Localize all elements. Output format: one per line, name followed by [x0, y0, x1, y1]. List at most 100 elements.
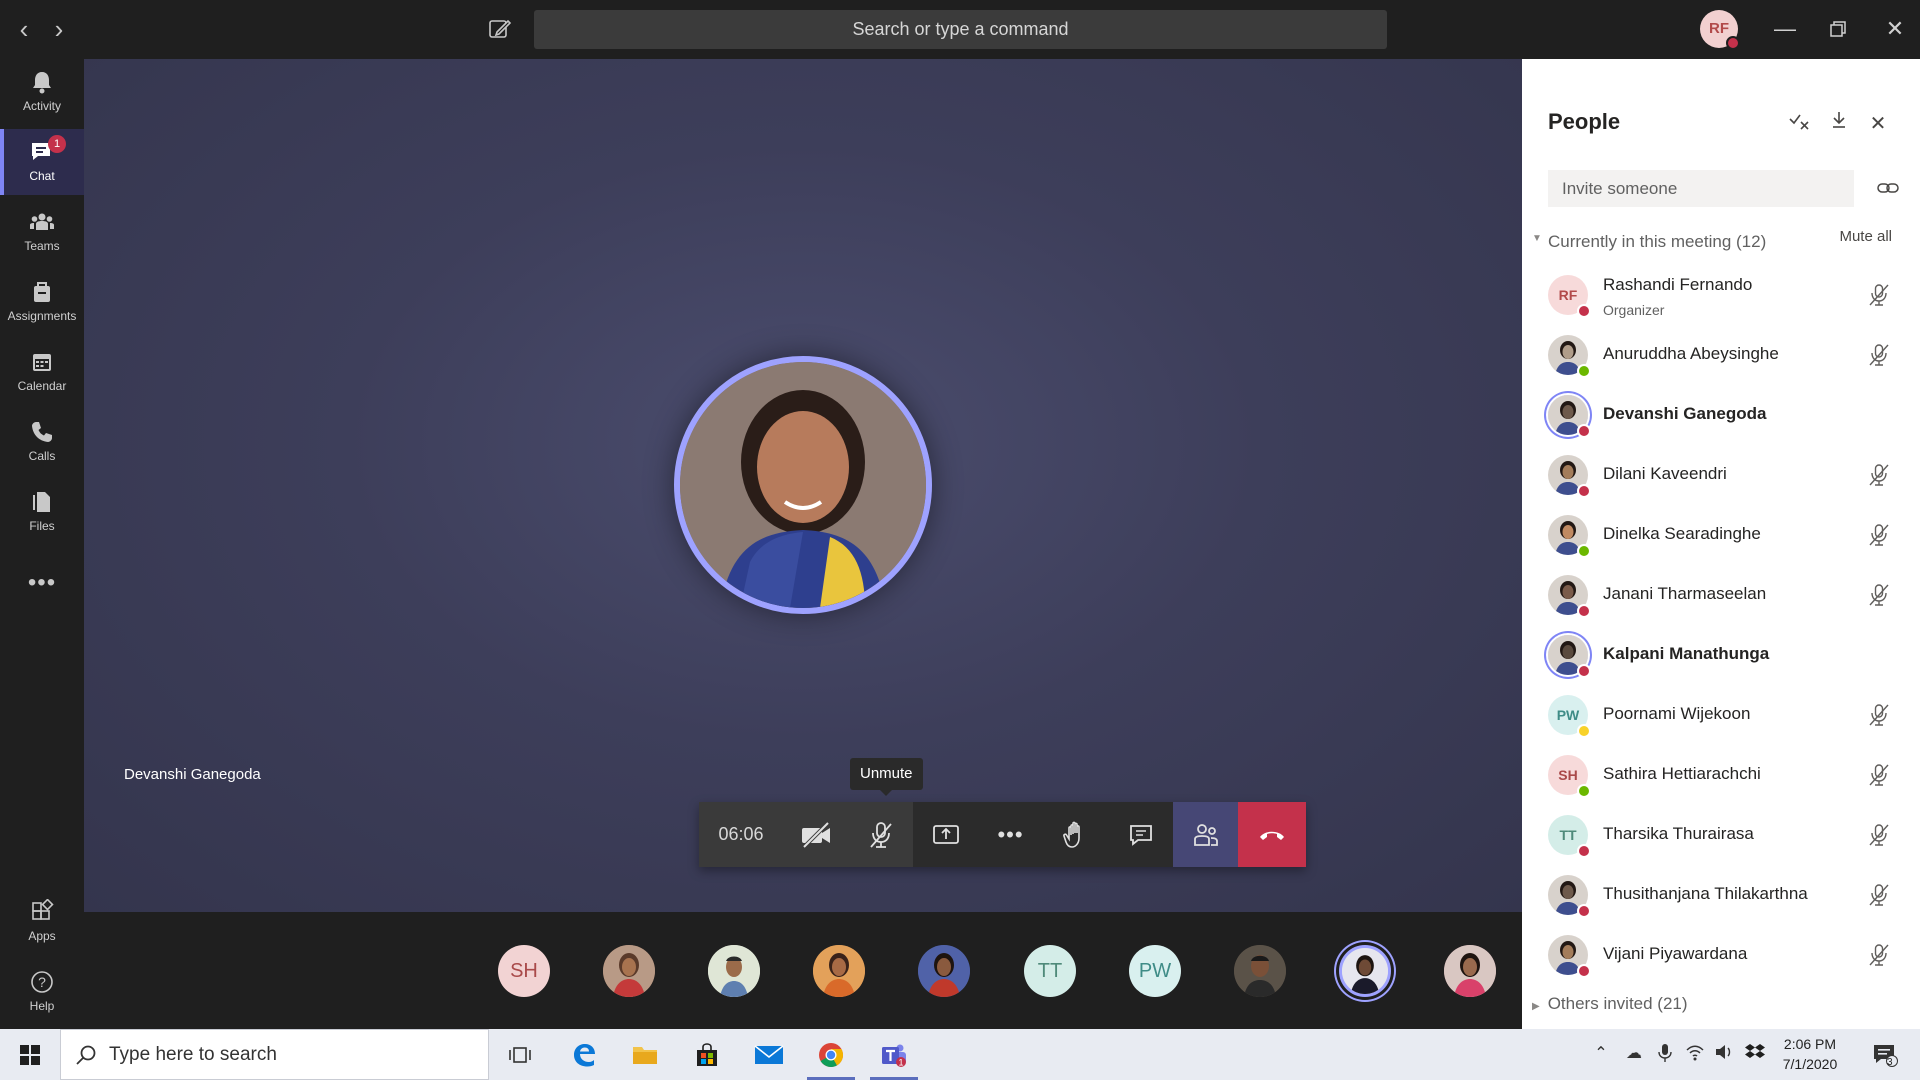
- rail-item-activity[interactable]: Activity: [0, 59, 84, 125]
- mic-muted-icon[interactable]: [1866, 342, 1892, 368]
- camera-off-button[interactable]: [783, 802, 848, 867]
- rail-label-activity: Activity: [22, 99, 61, 113]
- participant-row[interactable]: Vijani Piyawardana: [1522, 925, 1920, 985]
- participant-role: Organizer: [1603, 302, 1665, 318]
- rail-item-apps[interactable]: Apps: [0, 889, 84, 955]
- participant-row[interactable]: RF Rashandi Fernando Organizer: [1522, 265, 1920, 325]
- participant-row[interactable]: TT Tharsika Thurairasa: [1522, 805, 1920, 865]
- participant-row[interactable]: SH Sathira Hettiarachchi: [1522, 745, 1920, 805]
- rail-item-calendar[interactable]: Calendar: [0, 339, 84, 405]
- minimize-icon[interactable]: —: [1765, 10, 1805, 48]
- mic-muted-icon[interactable]: [1866, 282, 1892, 308]
- participant-row[interactable]: PW Poornami Wijekoon: [1522, 685, 1920, 745]
- camera-off-icon: [801, 821, 830, 848]
- participant-row[interactable]: Janani Tharmaseelan: [1522, 565, 1920, 625]
- mic-muted-icon[interactable]: [1866, 762, 1892, 788]
- share-icon: [932, 824, 959, 844]
- rail-label-apps: Apps: [28, 929, 56, 943]
- restore-icon[interactable]: [1818, 10, 1858, 48]
- presence-status-icon: [1577, 364, 1591, 378]
- teams-icon: [30, 213, 54, 230]
- thumb-anuruddha[interactable]: [708, 945, 760, 997]
- search-icon: [76, 1045, 96, 1065]
- mute-all-button[interactable]: Mute all: [1839, 228, 1892, 245]
- taskbar-clock[interactable]: 2:06 PM 7/1/2020: [1770, 1034, 1850, 1074]
- manage-permissions-icon[interactable]: [1784, 109, 1814, 139]
- close-panel-icon[interactable]: ✕: [1863, 109, 1893, 139]
- participant-avatar: [1548, 635, 1591, 678]
- compose-icon[interactable]: [484, 14, 514, 44]
- download-attendance-icon[interactable]: [1824, 109, 1854, 139]
- edge-browser-button[interactable]: [556, 1029, 612, 1080]
- task-view-button[interactable]: [492, 1029, 548, 1080]
- command-search-bar[interactable]: Search or type a command: [534, 10, 1387, 49]
- show-conversation-button[interactable]: [1108, 802, 1173, 867]
- chrome-button[interactable]: [803, 1029, 859, 1080]
- thumb-kalpani[interactable]: [1339, 945, 1391, 997]
- participant-row[interactable]: Devanshi Ganegoda: [1522, 385, 1920, 445]
- windows-start-button[interactable]: [0, 1029, 60, 1080]
- mic-muted-icon[interactable]: [1866, 822, 1892, 848]
- participant-initials: SH: [1558, 767, 1578, 783]
- more-apps-button[interactable]: •••: [0, 559, 84, 625]
- volume-icon[interactable]: [1713, 1043, 1735, 1065]
- hang-up-button[interactable]: [1238, 802, 1306, 867]
- back-arrow-icon[interactable]: ‹: [10, 14, 38, 44]
- participant-name: Rashandi Fernando: [1603, 275, 1753, 294]
- participant-name: Devanshi Ganegoda: [1603, 404, 1767, 423]
- forward-arrow-icon[interactable]: ›: [45, 14, 73, 44]
- participant-row[interactable]: Dinelka Searadinghe: [1522, 505, 1920, 565]
- thumb-sathira[interactable]: SH: [498, 945, 550, 997]
- more-actions-button[interactable]: •••: [978, 802, 1043, 867]
- thumb-thusithanjana[interactable]: [1234, 945, 1286, 997]
- thumb-janani[interactable]: [1444, 945, 1496, 997]
- mic-muted-icon[interactable]: [1866, 462, 1892, 488]
- wifi-icon[interactable]: [1684, 1043, 1706, 1065]
- copy-join-link-icon[interactable]: [1872, 172, 1904, 204]
- raise-hand-button[interactable]: [1043, 802, 1108, 867]
- svg-text:1: 1: [898, 1057, 903, 1067]
- show-hidden-icons-icon[interactable]: ⌃: [1590, 1043, 1612, 1065]
- mail-button[interactable]: [741, 1029, 797, 1080]
- others-invited-header[interactable]: ▶ Others invited (21): [1532, 994, 1688, 1014]
- share-screen-button[interactable]: [913, 802, 978, 867]
- user-avatar[interactable]: RF: [1700, 10, 1740, 50]
- presence-status-icon: [1577, 904, 1591, 918]
- close-window-icon[interactable]: ✕: [1875, 10, 1915, 48]
- rail-item-files[interactable]: Files: [0, 479, 84, 545]
- notifications-button[interactable]: 3: [1868, 1043, 1902, 1068]
- thumb-dilani[interactable]: [603, 945, 655, 997]
- mic-muted-icon[interactable]: [1866, 702, 1892, 728]
- rail-item-assignments[interactable]: Assignments: [0, 269, 84, 335]
- thumb-dinelka[interactable]: [813, 945, 865, 997]
- dropbox-icon[interactable]: [1744, 1043, 1766, 1065]
- participant-row[interactable]: Anuruddha Abeysinghe: [1522, 325, 1920, 385]
- show-participants-button[interactable]: [1173, 802, 1238, 867]
- mic-muted-icon[interactable]: [1866, 522, 1892, 548]
- mic-muted-icon[interactable]: [1866, 882, 1892, 908]
- task-view-icon: [509, 1046, 531, 1063]
- rail-item-calls[interactable]: Calls: [0, 409, 84, 475]
- invite-someone-input[interactable]: [1548, 170, 1854, 207]
- rail-item-teams[interactable]: Teams: [0, 199, 84, 265]
- participants-icon: [1193, 823, 1218, 846]
- participant-row[interactable]: Dilani Kaveendri: [1522, 445, 1920, 505]
- thumb-tharsika[interactable]: TT: [1024, 945, 1076, 997]
- mic-muted-icon[interactable]: [1866, 942, 1892, 968]
- mic-muted-icon[interactable]: [1866, 582, 1892, 608]
- unmute-button[interactable]: [848, 802, 913, 867]
- store-button[interactable]: [679, 1029, 735, 1080]
- onedrive-icon[interactable]: ☁: [1623, 1043, 1645, 1065]
- participant-initials: TT: [1559, 827, 1577, 843]
- rail-item-help[interactable]: ? Help: [0, 959, 84, 1025]
- file-explorer-button[interactable]: [617, 1029, 673, 1080]
- participant-row[interactable]: Kalpani Manathunga: [1522, 625, 1920, 685]
- microphone-tray-icon[interactable]: [1654, 1043, 1676, 1065]
- thumb-vijani[interactable]: [918, 945, 970, 997]
- participant-avatar: PW: [1548, 695, 1591, 738]
- rail-item-chat[interactable]: 1 Chat: [0, 129, 84, 195]
- participant-row[interactable]: Thusithanjana Thilakarthna: [1522, 865, 1920, 925]
- thumb-poornami[interactable]: PW: [1129, 945, 1181, 997]
- taskbar-search-box[interactable]: Type here to search: [60, 1029, 489, 1080]
- teams-taskbar-button[interactable]: 1: [866, 1029, 922, 1080]
